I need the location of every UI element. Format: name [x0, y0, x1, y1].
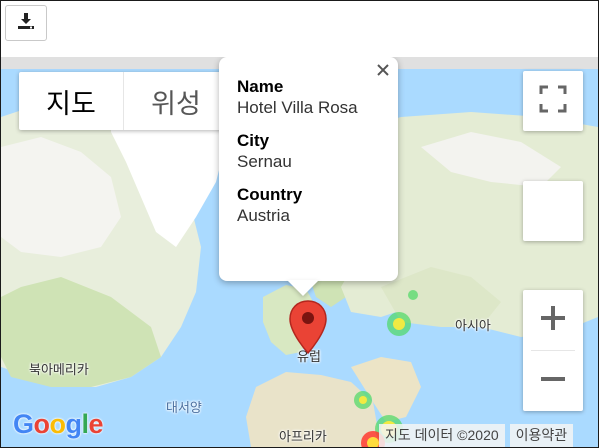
- map-data-credit[interactable]: 지도 데이터 ©2020: [379, 424, 505, 447]
- label-atlantic: 대서양: [166, 400, 202, 415]
- plus-icon: [539, 304, 567, 337]
- info-country-label: Country: [237, 185, 303, 204]
- info-window-tail: [287, 280, 319, 296]
- info-name-value: Hotel Villa Rosa: [237, 98, 358, 117]
- map-marker[interactable]: [288, 299, 328, 355]
- fullscreen-button[interactable]: [523, 71, 583, 131]
- terms-link[interactable]: 이용약관: [509, 424, 574, 447]
- app-frame: 북아메리카 대서양 유럽 아시아 아프리카 지도 위성 Name Hotel V…: [0, 0, 599, 448]
- zoom-in-button[interactable]: [523, 290, 583, 350]
- google-logo[interactable]: Google: [13, 409, 104, 440]
- map-type-control: 지도 위성: [19, 72, 228, 130]
- label-north-america: 북아메리카: [29, 362, 89, 377]
- close-icon[interactable]: [374, 61, 392, 79]
- info-window: Name Hotel Villa Rosa City Sernau Countr…: [219, 57, 398, 281]
- download-icon: [16, 11, 36, 36]
- minus-icon: [539, 365, 567, 398]
- map-attribution: 지도 데이터 ©2020 이용약관: [379, 424, 574, 447]
- info-city-label: City: [237, 131, 270, 150]
- zoom-out-button[interactable]: [523, 351, 583, 411]
- label-asia: 아시아: [455, 318, 491, 333]
- map-type-satellite-button[interactable]: 위성: [123, 72, 228, 130]
- zoom-control: [523, 290, 583, 411]
- info-city-value: Sernau: [237, 152, 292, 171]
- street-view-pegman[interactable]: [523, 181, 583, 241]
- download-button[interactable]: [5, 5, 47, 41]
- info-country-value: Austria: [237, 206, 290, 225]
- label-africa: 아프리카: [279, 429, 327, 444]
- map-type-map-button[interactable]: 지도: [19, 72, 123, 130]
- fullscreen-icon: [539, 85, 567, 118]
- info-name-label: Name: [237, 77, 284, 96]
- map-view[interactable]: 북아메리카 대서양 유럽 아시아 아프리카 지도 위성 Name Hotel V…: [1, 57, 598, 447]
